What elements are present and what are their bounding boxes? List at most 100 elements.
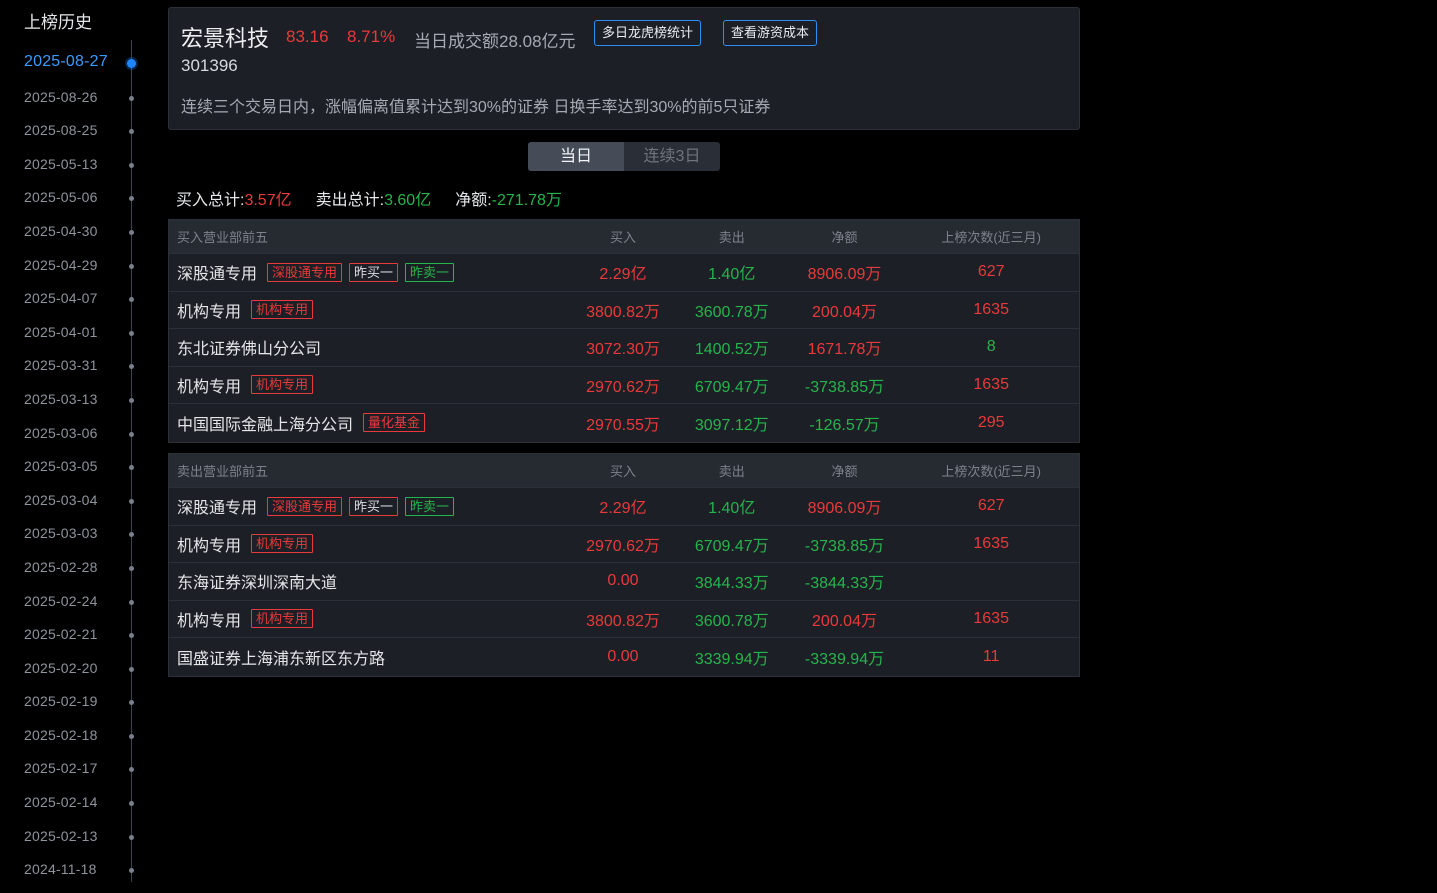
timeline-date-item[interactable]: 2025-04-07 <box>0 288 160 322</box>
dept-name[interactable]: 深股通专用 <box>177 260 257 284</box>
dept-cell: 机构专用 机构专用 <box>169 373 568 397</box>
timeline-date-item[interactable]: 2025-03-03 <box>0 523 160 557</box>
timeline-dot-icon <box>129 633 134 639</box>
timeline-date-label: 2025-04-07 <box>24 290 98 307</box>
timeline-date-item[interactable]: 2025-02-13 <box>0 826 160 860</box>
dept-cell: 机构专用 机构专用 <box>169 532 568 556</box>
timeline-date-item[interactable]: 2025-04-01 <box>0 322 160 356</box>
timeline-date-item[interactable]: 2025-03-06 <box>0 423 160 457</box>
timeline-date-item[interactable]: 2025-02-18 <box>0 725 160 759</box>
table-row[interactable]: 东北证券佛山分公司 3072.30万 1400.52万 1671.78万 8 <box>169 329 1079 367</box>
timeline-date-item[interactable]: 2025-03-13 <box>0 389 160 423</box>
timeline-date-item[interactable]: 2025-02-20 <box>0 658 160 692</box>
timeline-date-label: 2025-05-06 <box>24 189 98 206</box>
timeline-date-item[interactable]: 2025-02-17 <box>0 758 160 792</box>
table-header: 卖出营业部前五 买入 卖出 净额 上榜次数(近三月) <box>169 454 1079 488</box>
timeline-date-item[interactable]: 2025-08-26 <box>0 87 160 121</box>
timeline-dot-icon <box>129 868 134 874</box>
dept-tag-badge: 昨买一 <box>349 496 399 516</box>
listing-count-cell: 1635 <box>973 300 1009 318</box>
dept-name[interactable]: 机构专用 <box>177 607 241 631</box>
dept-tag-badge: 昨买一 <box>349 262 399 282</box>
table-row[interactable]: 国盛证券上海浦东新区东方路 0.00 3339.94万 -3339.94万 11 <box>169 638 1079 676</box>
timeline-date-label: 2025-03-04 <box>24 491 98 508</box>
dept-name[interactable]: 机构专用 <box>177 298 241 322</box>
dept-name[interactable]: 国盛证券上海浦东新区东方路 <box>177 645 385 669</box>
timeline-date-item[interactable]: 2025-08-25 <box>0 120 160 154</box>
buy-amount-cell: 2970.55万 <box>586 416 660 434</box>
timeline-date-label: 2025-05-13 <box>24 155 98 172</box>
timeline-date-label: 2025-04-29 <box>24 256 98 273</box>
buy-amount-cell: 2970.62万 <box>586 378 660 396</box>
table-row[interactable]: 机构专用 机构专用 2970.62万 6709.47万 -3738.85万 1635 <box>169 526 1079 563</box>
toggle-today[interactable]: 当日 <box>528 142 624 171</box>
table-row[interactable]: 机构专用 机构专用 3800.82万 3600.78万 200.04万 1635 <box>169 601 1079 638</box>
buy-amount-cell: 0.00 <box>607 572 639 590</box>
dept-cell: 机构专用 机构专用 <box>169 607 568 631</box>
timeline-date-item[interactable]: 2025-05-13 <box>0 154 160 188</box>
dept-tag-badge: 机构专用 <box>251 375 314 395</box>
timeline-date-item[interactable]: 2025-08-27 <box>0 53 160 87</box>
timeline-date-item[interactable]: 2025-02-19 <box>0 691 160 725</box>
timeline-date-item[interactable]: 2025-03-31 <box>0 355 160 389</box>
timeline-date-item[interactable]: 2024-11-18 <box>0 859 160 893</box>
history-sidebar: 上榜历史 2025-08-27 2025-08-26 2025-08-25 2025-… <box>0 0 160 882</box>
dept-name[interactable]: 机构专用 <box>177 373 241 397</box>
dept-name[interactable]: 机构专用 <box>177 532 241 556</box>
net-amount-cell: -126.57万 <box>809 416 880 434</box>
timeline-dot-icon <box>129 733 134 739</box>
table-row[interactable]: 机构专用 机构专用 2970.62万 6709.47万 -3738.85万 1635 <box>169 367 1079 404</box>
timeline-date-item[interactable]: 2025-02-21 <box>0 624 160 658</box>
timeline-dot-icon <box>129 767 134 773</box>
toggle-3days[interactable]: 连续3日 <box>624 142 720 171</box>
dept-tag-badge: 深股通专用 <box>267 262 343 282</box>
timeline-date-item[interactable]: 2025-03-05 <box>0 456 160 490</box>
timeline-dot-icon <box>129 229 134 235</box>
dept-name[interactable]: 东海证券深圳深南大道 <box>177 569 337 593</box>
sell-amount-cell: 3339.94万 <box>694 650 769 668</box>
timeline-date-label: 2025-04-30 <box>24 222 98 239</box>
timeline-date-item[interactable]: 2025-04-30 <box>0 221 160 255</box>
dept-name[interactable]: 东北证券佛山分公司 <box>177 335 321 359</box>
timeline-date-label: 2025-02-21 <box>24 626 98 643</box>
timeline-date-item[interactable]: 2025-05-06 <box>0 187 160 221</box>
timeline-date-label: 2025-02-20 <box>24 659 98 676</box>
timeline-date-item[interactable]: 2025-02-24 <box>0 591 160 625</box>
view-cost-button[interactable]: 查看游资成本 <box>723 20 818 46</box>
buy-departments-table: 买入营业部前五 买入 卖出 净额 上榜次数(近三月) 深股通专用 深股通专用 昨买一… <box>168 219 1080 443</box>
table-row[interactable]: 东海证券深圳深南大道 0.00 3844.33万 -3844.33万 <box>169 563 1079 601</box>
table-row[interactable]: 深股通专用 深股通专用 昨买一 昨卖一 2.29亿 1.40亿 8906.09万 627 <box>169 488 1079 526</box>
timeline-date-label: 2025-02-13 <box>24 827 98 844</box>
timeline-date-item[interactable]: 2025-03-04 <box>0 490 160 524</box>
multi-day-stats-button[interactable]: 多日龙虎榜统计 <box>594 20 702 46</box>
sell-departments-table: 卖出营业部前五 买入 卖出 净额 上榜次数(近三月) 深股通专用 深股通专用 昨买一… <box>168 453 1080 677</box>
table-row[interactable]: 深股通专用 深股通专用 昨买一 昨卖一 2.29亿 1.40亿 8906.09万 627 <box>169 254 1079 292</box>
sell-amount-cell: 3844.33万 <box>694 575 769 593</box>
dept-cell: 深股通专用 深股通专用 昨买一 昨卖一 <box>169 260 568 284</box>
stock-change-percent: 8.71% <box>347 27 396 46</box>
net-amount-cell: -3844.33万 <box>804 575 885 593</box>
timeline-date-label: 2025-03-31 <box>24 357 98 374</box>
listing-count-cell: 8 <box>986 338 996 356</box>
sell-amount-cell: 6709.47万 <box>694 378 769 396</box>
timeline-dot-icon <box>129 397 134 403</box>
sell-total-label: 卖出总计: <box>315 192 385 209</box>
sell-amount-cell: 3600.78万 <box>694 303 769 321</box>
dept-tag-badge: 机构专用 <box>251 609 314 629</box>
dept-name[interactable]: 深股通专用 <box>177 494 257 518</box>
dept-tag-badge: 深股通专用 <box>267 496 343 516</box>
net-amount-cell: 8906.09万 <box>807 500 882 518</box>
dept-name[interactable]: 中国国际金融上海分公司 <box>177 411 353 435</box>
table-row[interactable]: 机构专用 机构专用 3800.82万 3600.78万 200.04万 1635 <box>169 292 1079 329</box>
sell-amount-cell: 1.40亿 <box>708 266 756 284</box>
timeline-date-item[interactable]: 2025-04-29 <box>0 255 160 289</box>
timeline-date-item[interactable]: 2025-02-14 <box>0 792 160 826</box>
dept-tag-badge: 机构专用 <box>251 300 314 320</box>
timeline-dot-icon <box>129 129 134 135</box>
net-value: -271.78万 <box>491 192 562 209</box>
stock-name: 宏景科技 <box>181 26 270 51</box>
sell-amount-cell: 1400.52万 <box>694 341 769 359</box>
table-row[interactable]: 中国国际金融上海分公司 量化基金 2970.55万 3097.12万 -126.57万 2… <box>169 404 1079 442</box>
timeline-date-item[interactable]: 2025-02-28 <box>0 557 160 591</box>
timeline-date-label: 2025-03-06 <box>24 424 98 441</box>
